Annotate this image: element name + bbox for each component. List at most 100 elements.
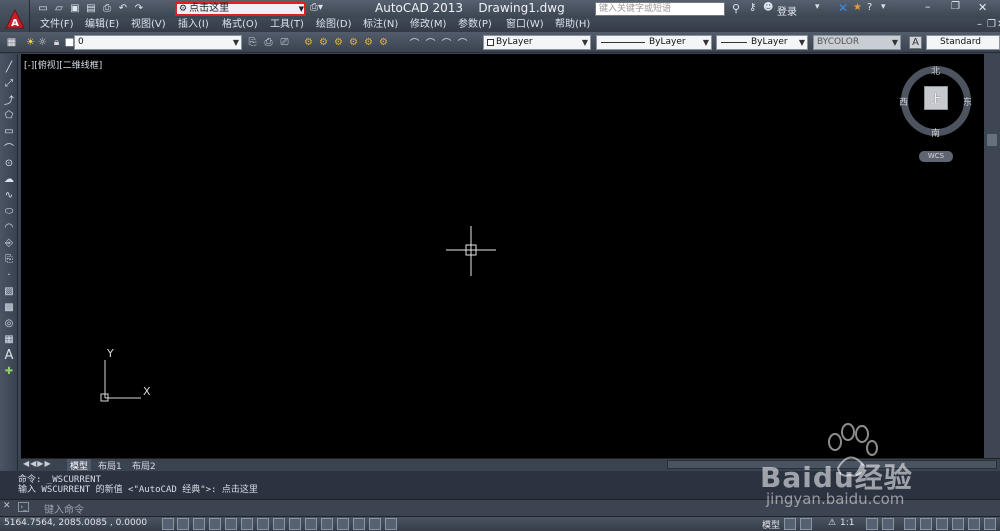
viewcube-south[interactable]: 南 xyxy=(931,126,940,139)
arc-icon[interactable]: ⌒ xyxy=(2,140,16,155)
layer-tool-7-icon[interactable]: ⌒ xyxy=(408,36,421,50)
ortho-mode-icon[interactable] xyxy=(209,518,221,530)
help-icon[interactable]: ? xyxy=(867,2,872,13)
menu-format[interactable]: 格式(O) xyxy=(222,18,258,32)
tab-nav-arrows-icon[interactable]: ◀◀▶▶ xyxy=(23,459,52,468)
redo-icon[interactable]: ↷ xyxy=(132,2,146,15)
layer-tool-6-icon[interactable]: ⚙ xyxy=(377,36,390,49)
gradient-icon[interactable]: ▩ xyxy=(2,300,16,314)
hatch-icon[interactable]: ▨ xyxy=(2,284,16,298)
doc-restore-button[interactable]: ❐ xyxy=(987,18,996,32)
plot-icon[interactable]: ⎙▾ xyxy=(310,2,323,13)
chevron-down-icon[interactable]: ▾ xyxy=(881,2,886,12)
exchange-icon[interactable]: ✕ xyxy=(838,1,848,15)
text-style-dropdown[interactable]: Standard xyxy=(926,35,1000,50)
transparency-icon[interactable] xyxy=(337,518,349,530)
layer-tool-4-icon[interactable]: ⚙ xyxy=(347,36,360,49)
viewport-label[interactable]: [-][俯视][二维线框] xyxy=(24,58,102,71)
region-icon[interactable]: ◎ xyxy=(2,316,16,330)
layer-tool-5-icon[interactable]: ⚙ xyxy=(362,36,375,49)
minimize-button[interactable]: – xyxy=(925,0,931,13)
menu-dimension[interactable]: 标注(N) xyxy=(363,18,398,32)
workspace-dropdown[interactable]: ⚙ 点击这里 ▼ xyxy=(175,2,306,16)
revcloud-icon[interactable]: ☁ xyxy=(2,172,16,186)
annotation-scale-value[interactable]: 1:1 xyxy=(840,518,854,528)
close-icon[interactable]: ✕ xyxy=(3,501,11,511)
clean-screen-icon[interactable] xyxy=(984,518,996,530)
polygon-icon[interactable]: ⬠ xyxy=(2,108,16,122)
linetype-dropdown[interactable]: ByLayer ▼ xyxy=(596,35,712,50)
layer-tool-2-icon[interactable]: ⚙ xyxy=(317,36,330,49)
object-snap-tracking-icon[interactable] xyxy=(273,518,285,530)
lineweight-dropdown[interactable]: ByLayer ▼ xyxy=(716,35,808,50)
binoculars-icon[interactable]: ⚲ xyxy=(732,2,740,15)
coordinates-readout[interactable]: 5164.7564, 2085.0085 , 0.0000 xyxy=(4,518,147,528)
polyline-icon[interactable]: ⤴ xyxy=(2,92,16,107)
scrollbar-thumb[interactable] xyxy=(987,134,997,146)
table-icon[interactable]: ▦ xyxy=(2,332,16,346)
polar-tracking-icon[interactable] xyxy=(225,518,237,530)
ellipse-icon[interactable]: ⬭ xyxy=(2,204,16,218)
layer-tool-9-icon[interactable]: ⌒ xyxy=(440,36,453,50)
workspace-switching-icon[interactable] xyxy=(904,518,916,530)
star-icon[interactable]: ★ xyxy=(853,2,862,13)
menu-parametric[interactable]: 参数(P) xyxy=(458,18,492,32)
spline-icon[interactable]: ∿ xyxy=(2,188,16,202)
wcs-menu[interactable]: WCS xyxy=(919,151,953,162)
open-file-icon[interactable]: ▱ xyxy=(52,2,66,15)
plotstyle-dropdown[interactable]: BYCOLOR ▼ xyxy=(813,35,901,50)
layer-tool-3-icon[interactable]: ⚙ xyxy=(332,36,345,49)
hardware-acceleration-icon[interactable] xyxy=(936,518,948,530)
3d-osnap-icon[interactable] xyxy=(257,518,269,530)
layer-tool-10-icon[interactable]: ⌒ xyxy=(456,36,469,50)
layer-tool-8-icon[interactable]: ⌒ xyxy=(424,36,437,50)
allow-ucs-icon[interactable] xyxy=(289,518,301,530)
auto-scale-icon[interactable] xyxy=(882,518,894,530)
rectangle-icon[interactable]: ▭ xyxy=(2,124,16,138)
quick-properties-icon[interactable] xyxy=(353,518,365,530)
circle-icon[interactable]: ⊙ xyxy=(2,156,16,170)
annotation-visibility-icon[interactable] xyxy=(866,518,878,530)
text-style-icon[interactable]: A xyxy=(909,36,922,49)
doc-minimize-button[interactable]: – xyxy=(977,18,982,32)
menu-window[interactable]: 窗口(W) xyxy=(506,18,544,32)
print-icon[interactable]: ⎙ xyxy=(100,2,114,15)
toolbar-lock-icon[interactable] xyxy=(920,518,932,530)
model-space-button[interactable]: 模型 xyxy=(762,518,780,531)
chevron-down-icon[interactable]: ▾ xyxy=(815,2,820,12)
menu-draw[interactable]: 绘图(D) xyxy=(316,18,352,32)
key-icon[interactable]: ⚷ xyxy=(749,2,756,13)
ellipse-arc-icon[interactable]: ◠ xyxy=(2,220,16,234)
menu-modify[interactable]: 修改(M) xyxy=(410,18,446,32)
save-icon[interactable]: ▣ xyxy=(68,2,82,15)
quick-view-drawings-icon[interactable] xyxy=(800,518,812,530)
layer-dropdown[interactable]: 0 ▼ xyxy=(74,35,242,50)
viewcube-top-face[interactable]: 上 xyxy=(924,86,948,110)
make-block-icon[interactable]: ⎘ xyxy=(2,252,16,266)
menu-view[interactable]: 视图(V) xyxy=(131,18,166,32)
lineweight-icon[interactable] xyxy=(321,518,333,530)
command-input[interactable]: 键入命令 xyxy=(44,501,84,516)
command-prompt-icon[interactable]: ›_ xyxy=(18,502,29,512)
multiline-text-icon[interactable]: A xyxy=(2,348,16,363)
add-selected-icon[interactable]: ✚ xyxy=(2,364,16,378)
layer-previous-icon[interactable]: ⎙ xyxy=(262,36,275,49)
horizontal-scrollbar[interactable] xyxy=(667,460,997,469)
menu-help[interactable]: 帮助(H) xyxy=(555,18,590,32)
insert-block-icon[interactable]: ⎆ xyxy=(2,236,16,250)
viewcube-west[interactable]: 西 xyxy=(899,95,908,108)
viewcube-north[interactable]: 北 xyxy=(931,64,940,77)
infer-constraints-icon[interactable] xyxy=(162,518,174,530)
layer-tool-1-icon[interactable]: ⚙ xyxy=(302,36,315,49)
snap-mode-icon[interactable] xyxy=(177,518,189,530)
menu-file[interactable]: 文件(F) xyxy=(40,18,74,32)
undo-icon[interactable]: ↶ xyxy=(116,2,130,15)
menu-edit[interactable]: 编辑(E) xyxy=(85,18,119,32)
line-icon[interactable]: ╱ xyxy=(2,60,16,74)
construction-line-icon[interactable]: ⤢ xyxy=(2,76,16,90)
grid-display-icon[interactable] xyxy=(193,518,205,530)
annotation-scale-icon[interactable]: ⚠ xyxy=(828,518,836,528)
object-snap-icon[interactable] xyxy=(241,518,253,530)
color-dropdown[interactable]: ByLayer ▼ xyxy=(483,35,591,50)
new-file-icon[interactable]: ▭ xyxy=(36,2,50,15)
